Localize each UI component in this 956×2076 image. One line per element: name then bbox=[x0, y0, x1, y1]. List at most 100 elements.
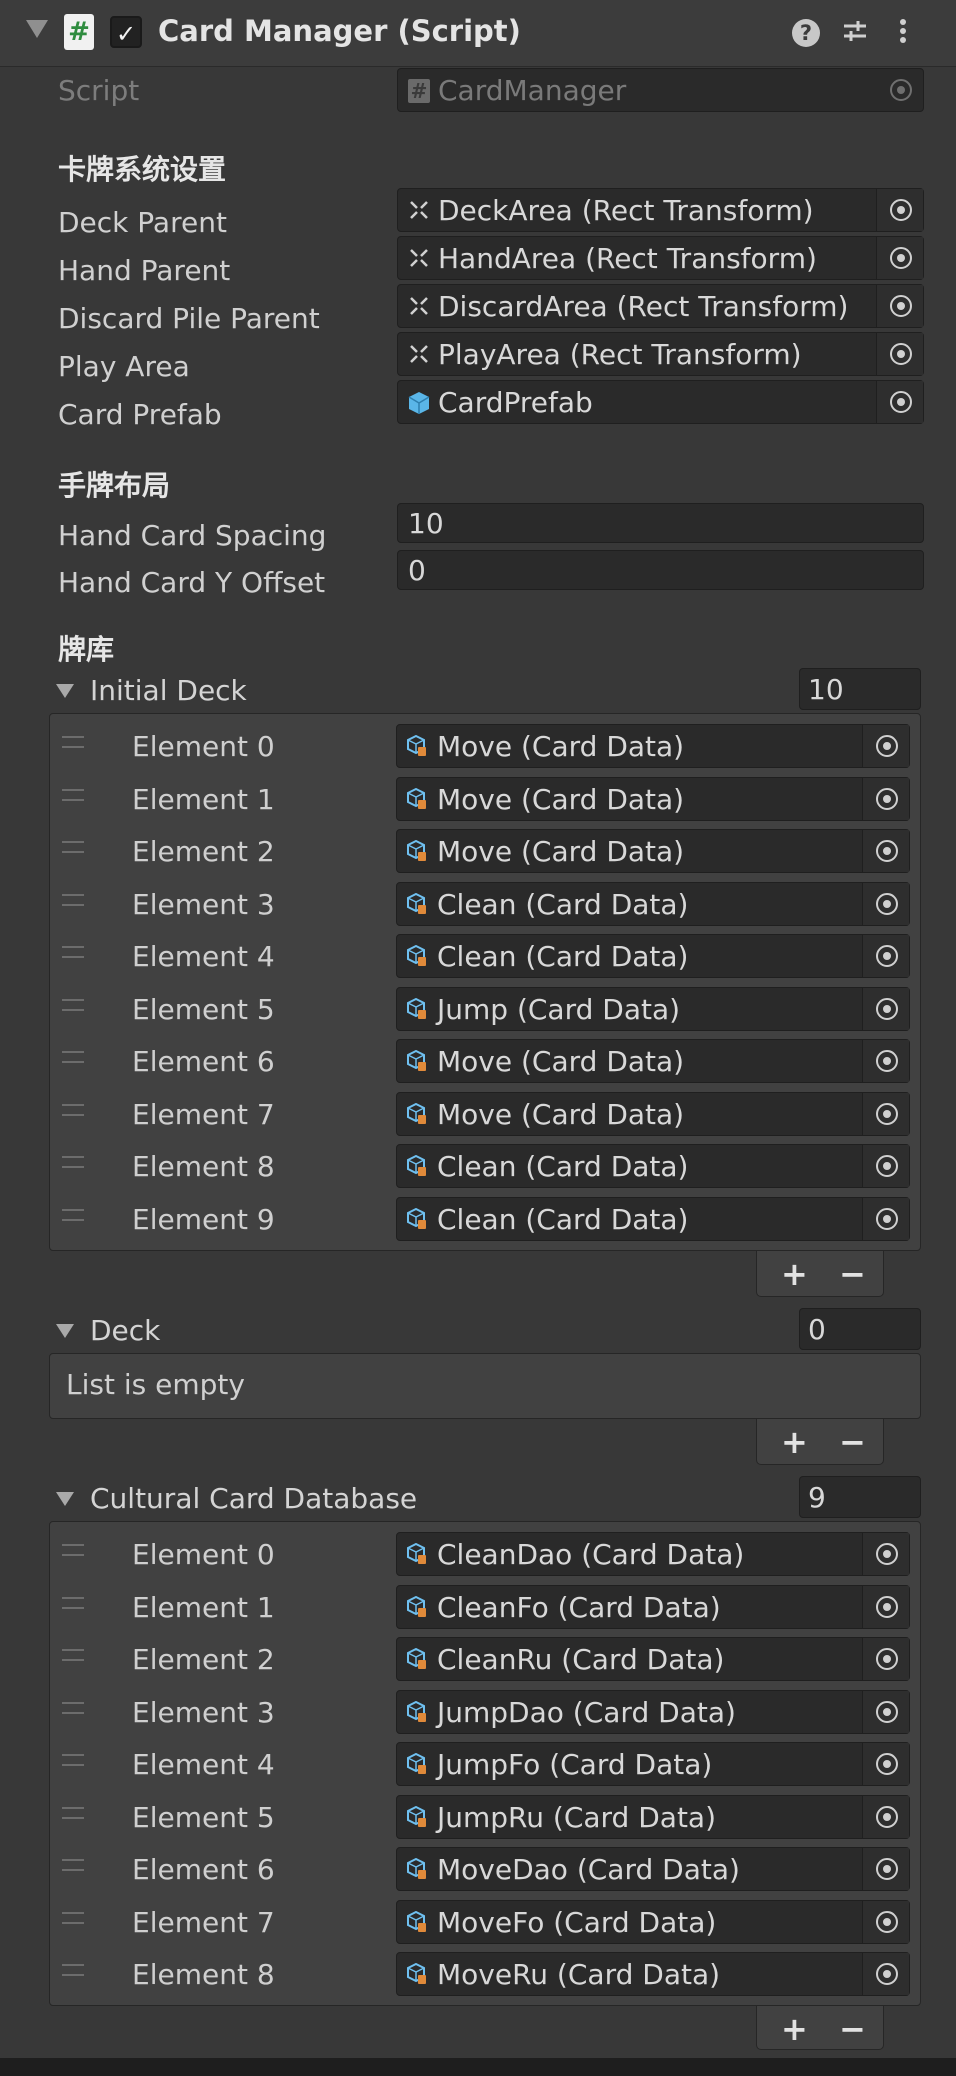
bottom-strip bbox=[0, 2058, 956, 2076]
object-reference-field[interactable]: PlayArea (Rect Transform) bbox=[397, 332, 924, 376]
element-reference-field[interactable]: Clean (Card Data) bbox=[396, 934, 910, 978]
drag-handle-icon[interactable] bbox=[62, 1051, 84, 1063]
add-element-button[interactable]: + bbox=[781, 1423, 808, 1461]
object-reference-field[interactable]: HandArea (Rect Transform) bbox=[397, 236, 924, 280]
object-picker-icon[interactable] bbox=[862, 882, 909, 925]
drag-handle-icon[interactable] bbox=[62, 893, 84, 906]
element-reference-field[interactable]: MoveRu (Card Data) bbox=[396, 1952, 910, 1996]
drag-handle-icon[interactable] bbox=[62, 1156, 84, 1168]
object-picker-icon[interactable] bbox=[862, 1092, 909, 1135]
drag-handle-icon[interactable] bbox=[62, 1596, 84, 1609]
scriptable-object-icon bbox=[407, 1595, 427, 1618]
list-item: Element 9 Clean (Card Data) bbox=[50, 1193, 920, 1245]
element-reference-field[interactable]: Clean (Card Data) bbox=[396, 1144, 910, 1188]
cultural-db-size-field[interactable]: 9 bbox=[799, 1476, 921, 1518]
element-reference-field[interactable]: JumpFo (Card Data) bbox=[396, 1742, 910, 1786]
object-picker-icon[interactable] bbox=[876, 189, 923, 231]
object-reference-field[interactable]: DeckArea (Rect Transform) bbox=[397, 188, 924, 232]
object-picker-icon[interactable] bbox=[862, 1585, 909, 1628]
cultural-db-foldout-icon[interactable] bbox=[56, 1492, 74, 1506]
deck-foldout-icon[interactable] bbox=[56, 1324, 74, 1338]
list-item: Element 2 CleanRu (Card Data) bbox=[50, 1633, 920, 1685]
drag-handle-icon[interactable] bbox=[62, 1964, 84, 1976]
object-picker-icon[interactable] bbox=[862, 1197, 909, 1240]
deck-size-field[interactable]: 0 bbox=[799, 1308, 921, 1350]
scriptable-object-icon bbox=[407, 1752, 427, 1775]
drag-handle-icon[interactable] bbox=[62, 1103, 84, 1116]
element-reference-field[interactable]: CleanFo (Card Data) bbox=[396, 1584, 910, 1629]
object-picker-icon[interactable] bbox=[862, 1040, 909, 1082]
object-picker-icon[interactable] bbox=[876, 237, 923, 279]
drag-handle-icon[interactable] bbox=[62, 998, 84, 1011]
object-picker-icon[interactable] bbox=[862, 935, 909, 977]
object-picker-icon[interactable] bbox=[862, 830, 909, 872]
object-picker-icon[interactable] bbox=[862, 1638, 909, 1680]
drag-handle-icon[interactable] bbox=[62, 1649, 84, 1661]
element-reference-field[interactable]: Move (Card Data) bbox=[396, 1039, 910, 1083]
drag-handle-icon[interactable] bbox=[62, 841, 84, 853]
add-element-button[interactable]: + bbox=[781, 2010, 808, 2048]
element-reference-field[interactable]: MoveDao (Card Data) bbox=[396, 1847, 910, 1891]
remove-element-button[interactable]: − bbox=[839, 1255, 866, 1293]
object-picker-icon[interactable] bbox=[862, 987, 909, 1030]
deck-label[interactable]: Deck bbox=[90, 1314, 160, 1347]
drag-handle-icon[interactable] bbox=[62, 1208, 84, 1221]
list-item: Element 5 JumpRu (Card Data) bbox=[50, 1791, 920, 1843]
element-reference-field[interactable]: Move (Card Data) bbox=[396, 724, 910, 768]
prefab-icon bbox=[408, 391, 430, 415]
object-picker-icon[interactable] bbox=[862, 1795, 909, 1838]
remove-element-button[interactable]: − bbox=[839, 1423, 866, 1461]
initial-deck-size-field[interactable]: 10 bbox=[799, 668, 921, 710]
object-picker-icon[interactable] bbox=[862, 1900, 909, 1943]
object-picker-icon[interactable] bbox=[862, 1953, 909, 1995]
element-reference-field[interactable]: JumpRu (Card Data) bbox=[396, 1794, 910, 1839]
remove-element-button[interactable]: − bbox=[839, 2010, 866, 2048]
list-item: Element 3 Clean (Card Data) bbox=[50, 878, 920, 930]
object-picker-icon[interactable] bbox=[862, 777, 909, 820]
element-reference-field[interactable]: JumpDao (Card Data) bbox=[396, 1689, 910, 1734]
add-element-button[interactable]: + bbox=[781, 1255, 808, 1293]
object-picker-icon[interactable] bbox=[862, 1848, 909, 1890]
initial-deck-foldout-icon[interactable] bbox=[56, 684, 74, 698]
object-reference-field[interactable]: DiscardArea (Rect Transform) bbox=[397, 284, 924, 328]
element-label: Element 0 bbox=[132, 730, 275, 763]
element-reference-field[interactable]: CleanRu (Card Data) bbox=[396, 1637, 910, 1681]
element-reference-field[interactable]: CleanDao (Card Data) bbox=[396, 1532, 910, 1576]
drag-handle-icon[interactable] bbox=[62, 1859, 84, 1871]
help-icon[interactable]: ? bbox=[792, 19, 820, 47]
object-picker-icon[interactable] bbox=[876, 333, 923, 375]
object-picker-icon[interactable] bbox=[876, 285, 923, 327]
drag-handle-icon[interactable] bbox=[62, 1806, 84, 1819]
object-reference-field[interactable]: CardPrefab bbox=[397, 380, 924, 424]
element-reference-field[interactable]: Move (Card Data) bbox=[396, 1091, 910, 1136]
element-reference-field[interactable]: Clean (Card Data) bbox=[396, 1196, 910, 1241]
element-reference-field[interactable]: Move (Card Data) bbox=[396, 776, 910, 821]
initial-deck-label[interactable]: Initial Deck bbox=[90, 674, 247, 707]
cultural-db-label[interactable]: Cultural Card Database bbox=[90, 1482, 417, 1515]
foldout-arrow-icon[interactable] bbox=[26, 20, 48, 38]
element-reference-field[interactable]: MoveFo (Card Data) bbox=[396, 1899, 910, 1944]
element-reference-field[interactable]: Move (Card Data) bbox=[396, 829, 910, 873]
drag-handle-icon[interactable] bbox=[62, 736, 84, 748]
object-picker-icon[interactable] bbox=[862, 725, 909, 767]
element-reference-field[interactable]: Clean (Card Data) bbox=[396, 881, 910, 926]
number-input-field[interactable]: 0 bbox=[397, 550, 924, 590]
drag-handle-icon[interactable] bbox=[62, 1701, 84, 1714]
drag-handle-icon[interactable] bbox=[62, 946, 84, 958]
object-picker-icon[interactable] bbox=[862, 1690, 909, 1733]
object-picker-icon[interactable] bbox=[862, 1743, 909, 1785]
more-options-icon[interactable] bbox=[886, 16, 920, 50]
number-input-field[interactable]: 10 bbox=[397, 503, 924, 543]
object-picker-icon[interactable] bbox=[876, 381, 923, 423]
element-reference-field[interactable]: Jump (Card Data) bbox=[396, 986, 910, 1031]
component-enabled-checkbox[interactable]: ✓ bbox=[110, 16, 142, 48]
list-item: Element 7 Move (Card Data) bbox=[50, 1088, 920, 1140]
drag-handle-icon[interactable] bbox=[62, 788, 84, 801]
drag-handle-icon[interactable] bbox=[62, 1754, 84, 1766]
drag-handle-icon[interactable] bbox=[62, 1911, 84, 1924]
drag-handle-icon[interactable] bbox=[62, 1544, 84, 1556]
element-label: Element 1 bbox=[132, 1590, 275, 1624]
object-picker-icon[interactable] bbox=[862, 1533, 909, 1575]
presets-icon[interactable] bbox=[838, 16, 872, 50]
object-picker-icon[interactable] bbox=[862, 1145, 909, 1187]
